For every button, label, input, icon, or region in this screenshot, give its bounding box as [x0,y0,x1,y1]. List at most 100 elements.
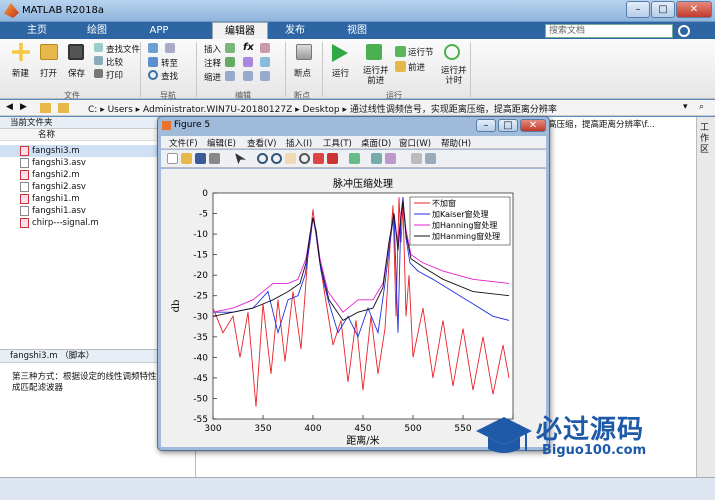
run-and-time-button[interactable]: 运行并 计时 [441,66,467,86]
zoom-out-icon[interactable] [271,153,282,164]
compare-button[interactable]: 比较 [106,56,123,68]
new-figure-icon[interactable] [167,153,178,164]
uncomment-icon[interactable] [243,57,253,67]
insert-button[interactable]: 插入 [204,43,221,55]
show-plot-tools-icon[interactable] [425,153,436,164]
print-button[interactable]: 打印 [106,69,123,81]
link-plot-icon[interactable] [349,153,360,164]
save-disk-icon[interactable] [68,44,84,60]
breadcrumb-segment[interactable]: 通过线性调频信号，实现距离压缩，提高距离分辨率 [350,105,557,115]
find-files-button[interactable]: 查找文件 [106,43,140,55]
menu-desktop[interactable]: 桌面(D) [361,137,391,149]
tab-home[interactable]: 主页 [14,22,60,39]
run-icon[interactable] [332,44,348,62]
editor-tab-label[interactable]: 高压缩，提高距离分辨率\f... [548,118,655,130]
back-icon[interactable]: ◀ [6,102,13,112]
breadcrumb-segment[interactable]: Administrator.WIN7U-20180127Z [143,105,292,115]
zoom-in-icon[interactable] [257,153,268,164]
close-button[interactable]: ✕ [676,1,712,18]
decrease-indent-icon[interactable] [260,71,270,81]
search-icon[interactable] [678,25,690,37]
search-docs-input[interactable]: 搜索文档 [545,24,673,38]
y-tick-label: -30 [193,312,208,322]
menu-tools[interactable]: 工具(T) [323,137,352,149]
tab-editor[interactable]: 编辑器 [212,22,268,39]
tab-apps[interactable]: APP [136,22,182,39]
tab-view[interactable]: 视图 [334,22,380,39]
figure-maximize-button[interactable]: □ [498,119,518,132]
back-arrow-icon[interactable] [148,43,158,53]
m-file-icon [20,218,29,228]
maximize-button[interactable]: □ [651,1,675,18]
format-icon[interactable] [260,43,270,53]
search-folder-icon[interactable]: ⌕ [699,102,704,112]
breadcrumb-segment[interactable]: C: [88,105,97,115]
open-file-icon[interactable] [181,153,192,164]
increase-indent-icon[interactable] [243,71,253,81]
insert-section-icon[interactable] [225,43,235,53]
browse-folder-icon[interactable] [58,103,69,113]
menu-insert[interactable]: 插入(I) [286,137,312,149]
graduation-cap-logo-icon [476,417,532,453]
watermark: 必过源码 Biguo100.com [470,405,695,467]
menu-edit[interactable]: 编辑(E) [207,137,236,149]
save-figure-icon[interactable] [195,153,206,164]
menu-view[interactable]: 查看(V) [247,137,276,149]
tab-plots[interactable]: 绘图 [74,22,120,39]
figure-window[interactable]: Figure 5 – □ ✕ 文件(F) 编辑(E) 查看(V) 插入(I) 工… [157,116,550,451]
forward-arrow-icon[interactable] [165,43,175,53]
minimize-button[interactable]: – [626,1,650,18]
figure-menubar: 文件(F) 编辑(E) 查看(V) 插入(I) 工具(T) 桌面(D) 窗口(W… [161,136,546,149]
run-advance-icon[interactable] [366,44,382,60]
goto-button[interactable]: 转至 [161,57,178,69]
new-button[interactable]: 新建 [12,67,29,79]
breakpoints-button[interactable]: 断点 [294,67,311,79]
comment-percent-icon[interactable] [225,57,235,67]
advance-button[interactable]: 前进 [408,61,425,73]
pan-hand-icon[interactable] [285,153,296,164]
brush-icon[interactable] [327,153,338,164]
forward-icon[interactable]: ▶ [20,102,27,112]
fx-button[interactable]: fx [243,42,254,53]
tab-publish[interactable]: 发布 [272,22,318,39]
run-and-time-icon[interactable] [444,44,460,60]
x-axis-label: 距离/米 [346,434,379,447]
breadcrumb[interactable]: C: ▸ Users ▸ Administrator.WIN7U-2018012… [88,102,557,115]
breadcrumb-segment[interactable]: Users [108,105,133,115]
pointer-icon[interactable] [235,153,246,164]
indent-button[interactable]: 缩进 [204,71,221,83]
up-folder-icon[interactable] [40,103,51,113]
file-name: chirp---signal.m [32,218,99,228]
address-bar[interactable]: ◀ ▶ C: ▸ Users ▸ Administrator.WIN7U-201… [0,100,715,116]
smart-indent-icon[interactable] [225,71,235,81]
figure-minimize-button[interactable]: – [476,119,496,132]
legend-icon[interactable] [385,153,396,164]
wrap-comment-icon[interactable] [260,57,270,67]
figure-close-button[interactable]: ✕ [520,119,546,132]
colorbar-icon[interactable] [371,153,382,164]
menu-file[interactable]: 文件(F) [169,137,198,149]
menu-help[interactable]: 帮助(H) [441,137,471,149]
print-figure-icon[interactable] [209,153,220,164]
run-section-button[interactable]: 运行节 [408,46,434,58]
save-button[interactable]: 保存 [68,67,85,79]
open-button[interactable]: 打开 [40,67,57,79]
comment-button[interactable]: 注释 [204,57,221,69]
open-folder-icon[interactable] [40,44,58,60]
y-tick-label: -40 [193,353,208,363]
breakpoints-icon[interactable] [296,44,312,60]
y-tick-label: -20 [193,271,208,281]
breadcrumb-segment[interactable]: Desktop [303,105,340,115]
hide-plot-tools-icon[interactable] [411,153,422,164]
legend-entry: 加Kaiser窗处理 [432,209,489,219]
menu-window[interactable]: 窗口(W) [399,137,431,149]
rotate-3d-icon[interactable] [299,153,310,164]
new-icon[interactable] [12,43,30,61]
run-button[interactable]: 运行 [332,67,349,79]
workspace-label[interactable]: 工作区 [700,123,712,156]
run-and-advance-button[interactable]: 运行并 前进 [363,66,389,86]
find-button[interactable]: 查找 [161,70,178,82]
ribbon-separator [285,42,286,97]
chevron-down-icon[interactable]: ▾ [683,102,688,112]
data-cursor-icon[interactable] [313,153,324,164]
